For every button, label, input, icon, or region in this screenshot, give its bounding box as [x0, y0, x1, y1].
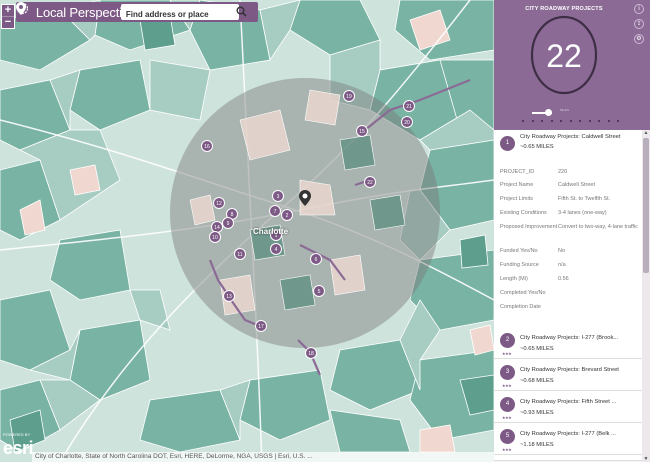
detail-row: PROJECT_ID 220: [500, 169, 568, 175]
project-title: City Roadway Projects: Brevard Street: [520, 367, 619, 373]
search-box: [120, 4, 247, 23]
project-badge: 1: [500, 136, 515, 151]
panel-header: CITY ROADWAY PROJECTS 22 MILES i ⇪ ⚙: [494, 0, 650, 130]
rating-dots-icon: ★★★: [502, 447, 512, 452]
detail-row: Existing Conditions 3-4 lanes (one-way): [500, 210, 607, 216]
project-marker[interactable]: 2: [281, 209, 293, 221]
project-marker[interactable]: 16: [201, 140, 213, 152]
project-title: City Roadway Projects: Fifth Street ...: [520, 399, 617, 405]
project-marker[interactable]: 18: [305, 347, 317, 359]
scroll-up-icon[interactable]: ▲: [642, 130, 650, 136]
project-count: 22: [546, 38, 582, 74]
settings-icon[interactable]: ⚙: [634, 34, 644, 44]
zoom-out-button[interactable]: −: [2, 16, 14, 28]
project-marker[interactable]: 6: [310, 253, 322, 265]
share-icon[interactable]: ⇪: [634, 19, 644, 29]
project-marker[interactable]: 5: [313, 285, 325, 297]
esri-logo[interactable]: esri: [3, 438, 34, 459]
project-list-item[interactable]: 4 City Roadway Projects: Fifth Street ..…: [494, 391, 642, 423]
detail-row: Funded Yes/No No: [500, 248, 566, 254]
project-marker[interactable]: 3: [272, 190, 284, 202]
rating-dots-icon: ★★★: [502, 415, 512, 420]
detail-row: Project Limits Fifth St. to Twelfth St.: [500, 196, 611, 202]
project-distance: ~0.68 MILES: [520, 378, 554, 384]
map-view[interactable]: 19 21 20 15 16 3 12 8 7 2 9 14 10 1 4 11 6 5 13 17 18 22 Char…: [0, 0, 494, 462]
project-marker[interactable]: 7: [269, 205, 281, 217]
detail-row: Completed Yes/No: [500, 290, 546, 296]
scroll-down-icon[interactable]: ▼: [642, 456, 650, 462]
city-label: Charlotte: [253, 227, 289, 236]
project-marker[interactable]: 11: [234, 248, 246, 260]
project-marker[interactable]: 17: [255, 320, 267, 332]
project-marker[interactable]: 9: [222, 217, 234, 229]
panel-title: CITY ROADWAY PROJECTS: [525, 6, 603, 12]
zoom-in-button[interactable]: +: [2, 5, 14, 16]
radius-slider-handle[interactable]: [545, 109, 552, 116]
detail-row: Funding Source n/a: [500, 262, 566, 268]
project-title: City Roadway Projects: I-277 (Brook...: [520, 335, 619, 341]
results-panel: CITY ROADWAY PROJECTS 22 MILES i ⇪ ⚙ 1 C…: [494, 0, 650, 462]
project-list-item[interactable]: 2 City Roadway Projects: I-277 (Brook...…: [494, 327, 642, 359]
panel-tools: i ⇪ ⚙: [634, 4, 646, 49]
slider-ticks: [522, 120, 619, 122]
map-canvas[interactable]: [0, 0, 494, 462]
project-distance: ~1.18 MILES: [520, 442, 554, 448]
info-icon[interactable]: i: [634, 4, 644, 14]
project-marker[interactable]: 22: [364, 176, 376, 188]
search-input[interactable]: [120, 6, 234, 23]
radius-label: MILES: [560, 108, 570, 112]
project-list-item[interactable]: 3 City Roadway Projects: Brevard Street …: [494, 359, 642, 391]
zoom-control: + −: [1, 4, 15, 29]
project-badge: 2: [500, 333, 515, 348]
detail-row: Proposed Improvement Convert to two-way, …: [500, 224, 638, 230]
scrollbar-thumb[interactable]: [643, 138, 649, 273]
app-title: Local Perspective: [35, 4, 136, 20]
project-title: City Roadway Projects: Caldwell Street: [520, 134, 621, 140]
project-badge: 4: [500, 397, 515, 412]
project-distance: ~0.93 MILES: [520, 410, 554, 416]
project-badge: 3: [500, 365, 515, 380]
project-title: City Roadway Projects: I-277 (Belk ...: [520, 431, 617, 437]
project-marker[interactable]: 10: [209, 231, 221, 243]
project-marker[interactable]: 13: [223, 290, 235, 302]
map-attribution: City of Charlotte, State of North Caroli…: [32, 452, 494, 462]
project-marker[interactable]: 21: [403, 100, 415, 112]
rating-dots-icon: ★★★: [502, 351, 512, 356]
detail-row: Length (Mi) 0.56: [500, 276, 569, 282]
panel-scrollbar[interactable]: ▲ ▼: [642, 130, 650, 462]
project-badge: 5: [500, 429, 515, 444]
project-list-item[interactable]: 5 City Roadway Projects: I-277 (Belk ...…: [494, 423, 642, 455]
project-marker[interactable]: 20: [401, 116, 413, 128]
project-distance: ~0.65 MILES: [520, 144, 554, 150]
powered-by-label: POWERED BY: [3, 432, 31, 437]
project-marker[interactable]: 4: [270, 243, 282, 255]
rating-dots-icon: ★★★: [502, 383, 512, 388]
project-marker[interactable]: 19: [343, 90, 355, 102]
project-marker[interactable]: 15: [356, 125, 368, 137]
detail-row: Completion Date: [500, 304, 541, 310]
project-distance: ~0.65 MILES: [520, 346, 554, 352]
detail-row: Project Name Caldwell Street: [500, 182, 595, 188]
project-marker[interactable]: 12: [213, 197, 225, 209]
location-pin-icon[interactable]: [299, 190, 311, 206]
search-bar: Local Perspective: [16, 2, 258, 23]
